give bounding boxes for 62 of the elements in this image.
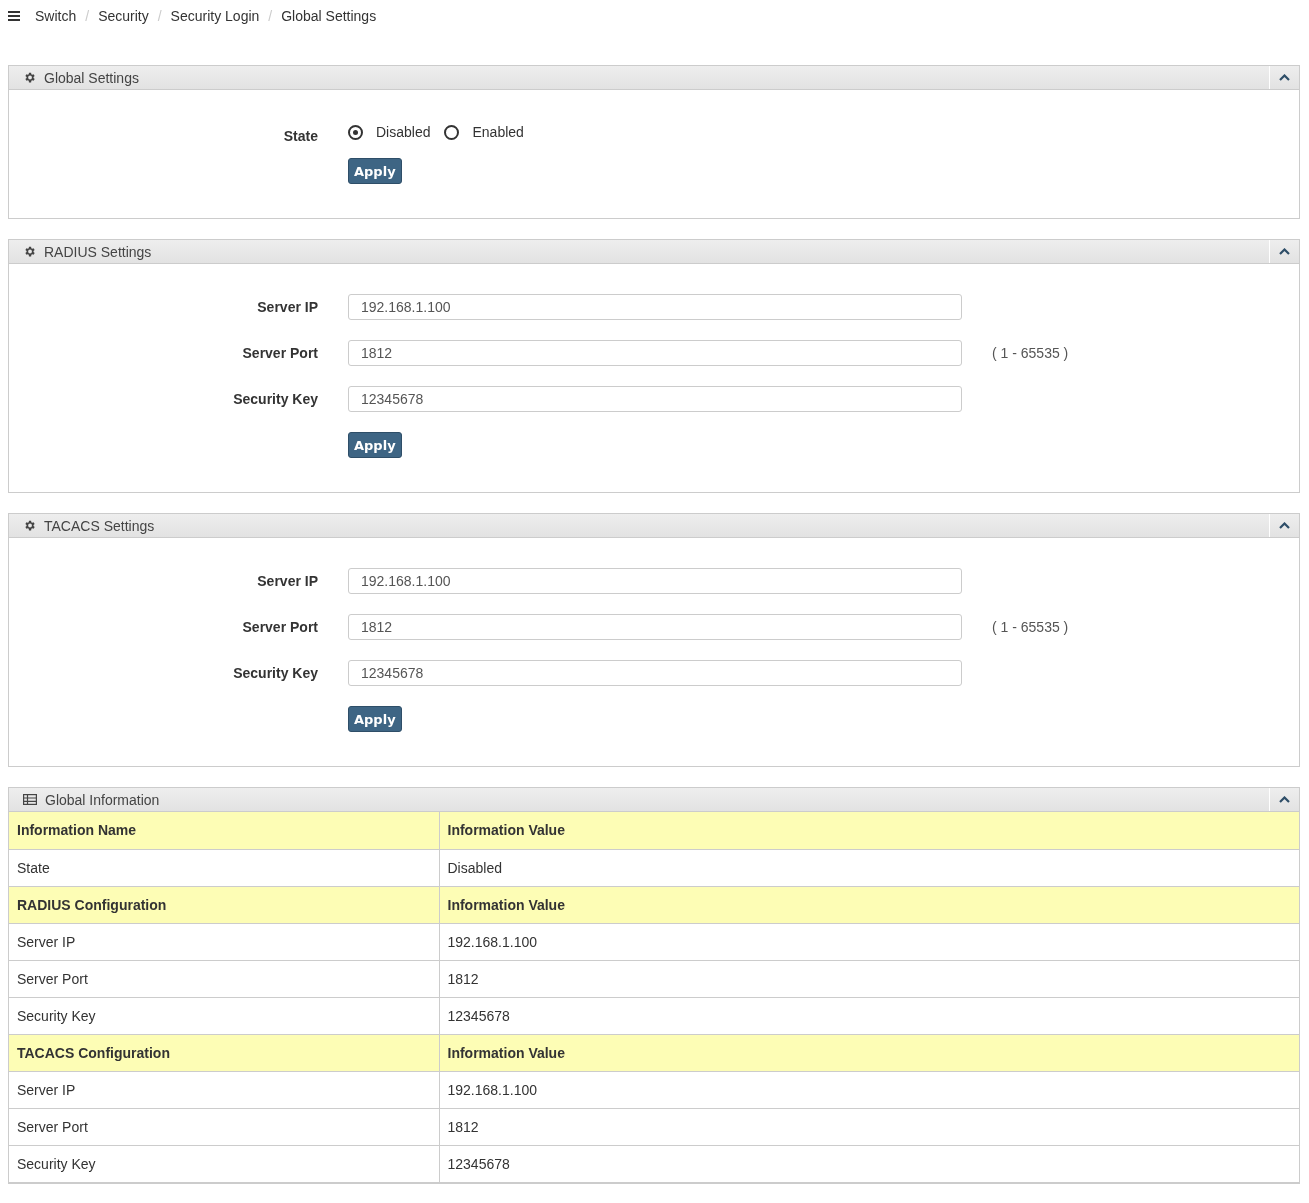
collapse-icon: [1279, 74, 1290, 81]
column-header: TACACS Configuration: [9, 1034, 439, 1071]
column-header: Information Value: [439, 886, 1299, 923]
field-label: Server IP: [256, 299, 318, 315]
radio-button[interactable]: [348, 124, 363, 140]
field-label: Security Key: [232, 391, 318, 407]
range-hint: ( 1 - 65535 ): [992, 619, 1069, 635]
table-icon: [23, 794, 37, 805]
table-cell: 12345678: [439, 997, 1299, 1034]
radio-label: Enabled: [472, 124, 524, 140]
field-label: Server IP: [256, 573, 318, 589]
breadcrumb-link[interactable]: Security Login: [170, 7, 260, 24]
apply-button[interactable]: Apply: [348, 158, 402, 184]
panel-title: RADIUS Settings: [44, 243, 153, 260]
apply-button[interactable]: Apply: [348, 432, 402, 458]
breadcrumb-link[interactable]: Security: [98, 7, 149, 24]
panel-title: Global Information: [45, 791, 161, 808]
settings-icon: [23, 519, 36, 532]
menu-icon[interactable]: [8, 10, 20, 21]
collapse-icon: [1279, 796, 1290, 803]
breadcrumb-link[interactable]: Global Settings: [281, 7, 377, 24]
table-cell: 192.168.1.100: [439, 923, 1299, 960]
settings-icon: [23, 245, 36, 258]
input-field[interactable]: 192.168.1.100: [348, 568, 962, 594]
table-cell: Security Key: [9, 1145, 439, 1182]
breadcrumb-separator: /: [157, 7, 162, 24]
table-cell: Server Port: [9, 1108, 439, 1145]
panel-title: TACACS Settings: [44, 517, 156, 534]
column-header: Information Name: [9, 812, 439, 849]
table-cell: 1812: [439, 960, 1299, 997]
field-label: State: [282, 127, 318, 144]
column-header: Information Value: [439, 812, 1299, 849]
settings-icon: [23, 71, 36, 84]
table-cell: Server IP: [9, 1071, 439, 1108]
breadcrumb-separator: /: [85, 7, 90, 24]
input-field[interactable]: 12345678: [348, 386, 962, 412]
input-field[interactable]: 12345678: [348, 660, 962, 686]
panel-title: Global Settings: [44, 69, 140, 86]
table-cell: Security Key: [9, 997, 439, 1034]
collapse-icon: [1279, 522, 1290, 529]
input-field[interactable]: 1812: [348, 614, 962, 640]
table-cell: State: [9, 849, 439, 886]
field-label: Server Port: [241, 619, 318, 635]
breadcrumb-separator: /: [268, 7, 273, 24]
table-cell: Server Port: [9, 960, 439, 997]
field-label: Security Key: [232, 665, 318, 681]
apply-button[interactable]: Apply: [348, 706, 402, 732]
input-field[interactable]: 1812: [348, 340, 962, 366]
table-cell: Server IP: [9, 923, 439, 960]
table-cell: Disabled: [439, 849, 1299, 886]
radio-label: Disabled: [376, 124, 431, 140]
field-label: Server Port: [241, 345, 318, 361]
table-cell: 1812: [439, 1108, 1299, 1145]
column-header: Information Value: [439, 1034, 1299, 1071]
collapse-icon: [1279, 248, 1290, 255]
range-hint: ( 1 - 65535 ): [992, 345, 1069, 361]
table-cell: 12345678: [439, 1145, 1299, 1182]
radio-button[interactable]: [444, 124, 460, 140]
table-cell: 192.168.1.100: [439, 1071, 1299, 1108]
breadcrumb-link[interactable]: Switch: [35, 7, 77, 24]
column-header: RADIUS Configuration: [9, 886, 439, 923]
input-field[interactable]: 192.168.1.100: [348, 294, 962, 320]
